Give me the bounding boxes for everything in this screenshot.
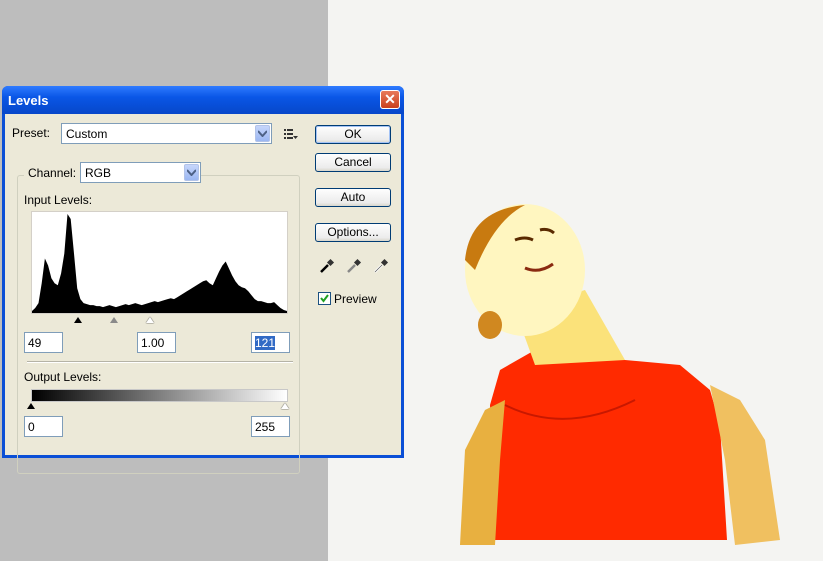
title-bar[interactable]: Levels ✕ [2, 86, 404, 114]
cancel-button[interactable]: Cancel [315, 153, 391, 172]
dialog-body: Preset: Custom OK Cancel Auto Options...… [5, 114, 401, 474]
chevron-down-icon[interactable] [255, 125, 270, 142]
checkmark-icon [320, 294, 329, 303]
options-button[interactable]: Options... [315, 223, 391, 242]
preset-dropdown[interactable]: Custom [61, 123, 272, 144]
channel-label: Channel: [24, 166, 81, 180]
input-black-slider[interactable] [74, 317, 82, 323]
input-gamma-slider[interactable] [110, 317, 118, 323]
gray-eyedropper-icon[interactable] [346, 258, 362, 274]
levels-dialog: Levels ✕ Preset: Custom OK Cancel Auto O… [2, 86, 404, 474]
preset-value: Custom [66, 127, 108, 141]
output-black-slider[interactable] [27, 403, 35, 409]
separator [27, 361, 293, 363]
output-levels-label: Output Levels: [24, 370, 102, 384]
ok-button[interactable]: OK [315, 125, 391, 144]
output-white-slider[interactable] [281, 403, 289, 409]
input-black-field[interactable]: 49 [24, 332, 63, 353]
close-button[interactable]: ✕ [380, 90, 400, 109]
histogram-shape [32, 214, 287, 313]
input-white-slider[interactable] [146, 317, 154, 323]
output-white-field[interactable]: 255 [251, 416, 290, 437]
output-gradient-bar [31, 389, 288, 402]
histogram-graph [32, 214, 287, 313]
white-eyedropper-icon[interactable] [373, 258, 389, 274]
histogram [31, 211, 288, 314]
input-white-field[interactable]: 121 [251, 332, 290, 353]
input-levels-label: Input Levels: [24, 193, 93, 207]
preset-label: Preset: [12, 126, 51, 140]
chevron-down-icon[interactable] [184, 164, 199, 181]
photo-image [460, 204, 780, 545]
preset-options-icon[interactable] [284, 128, 298, 140]
preview-checkbox[interactable] [318, 292, 331, 305]
input-white-value: 121 [255, 336, 276, 350]
preview-label: Preview [334, 292, 377, 306]
input-gamma-field[interactable]: 1.00 [137, 332, 176, 353]
auto-button[interactable]: Auto [315, 188, 391, 207]
black-eyedropper-icon[interactable] [319, 258, 335, 274]
dialog-title: Levels [8, 93, 49, 108]
output-black-field[interactable]: 0 [24, 416, 63, 437]
channel-dropdown[interactable]: RGB [80, 162, 201, 183]
channel-value: RGB [85, 166, 112, 180]
